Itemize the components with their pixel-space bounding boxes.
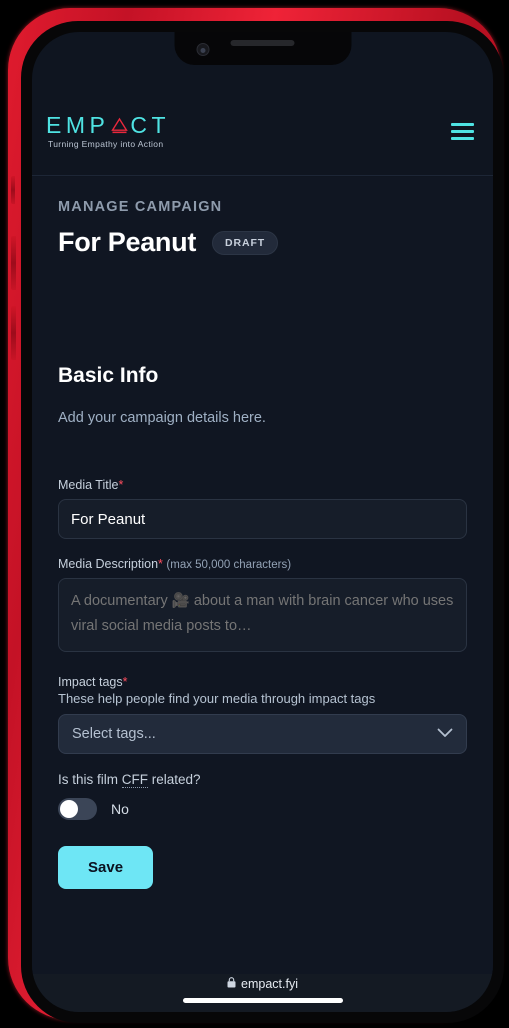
logo-text-left: EMP bbox=[46, 112, 110, 138]
chevron-down-icon bbox=[437, 725, 453, 743]
required-asterisk: * bbox=[122, 675, 128, 689]
logo-text-right: CT bbox=[130, 112, 171, 138]
app-header: EMP CT Turning Empathy into Action bbox=[32, 88, 493, 176]
field-media-title: Media Title* bbox=[58, 478, 467, 539]
required-asterisk: * bbox=[118, 478, 124, 492]
earpiece-speaker-icon bbox=[230, 40, 295, 46]
status-badge: DRAFT bbox=[212, 230, 279, 255]
field-impact-tags: Impact tags* These help people find your… bbox=[58, 675, 467, 754]
url-hostname: empact.fyi bbox=[241, 977, 298, 991]
impact-tags-label: Impact tags* bbox=[58, 675, 467, 689]
browser-url-bar[interactable]: empact.fyi bbox=[32, 974, 493, 1012]
cff-abbreviation: CFF bbox=[121, 772, 149, 788]
media-title-label: Media Title* bbox=[58, 478, 467, 492]
section-subheading: Add your campaign details here. bbox=[58, 410, 266, 426]
media-title-label-text: Media Title bbox=[58, 478, 119, 492]
hamburger-bar bbox=[451, 137, 474, 140]
section-heading: Basic Info bbox=[58, 364, 159, 387]
cff-question-suffix: related? bbox=[148, 772, 201, 787]
home-indicator[interactable] bbox=[182, 998, 343, 1003]
impact-tags-label-text: Impact tags bbox=[58, 675, 123, 689]
hamburger-bar bbox=[451, 123, 474, 126]
breadcrumb-eyebrow: MANAGE CAMPAIGN bbox=[58, 199, 223, 215]
logo-wordmark: EMP CT bbox=[46, 114, 170, 137]
required-asterisk: * bbox=[158, 557, 163, 571]
field-cff-related: Is this film CFF related? No bbox=[58, 772, 467, 820]
cff-toggle-state-label: No bbox=[111, 801, 129, 817]
media-description-hint: (max 50,000 characters) bbox=[166, 559, 292, 571]
page-content: MANAGE CAMPAIGN For Peanut DRAFT Basic I… bbox=[32, 177, 493, 974]
hamburger-menu-icon[interactable] bbox=[451, 123, 474, 140]
front-camera-icon bbox=[196, 43, 209, 56]
url-text-group: empact.fyi bbox=[227, 977, 298, 991]
brand-logo[interactable]: EMP CT Turning Empathy into Action bbox=[46, 114, 170, 150]
toggle-knob bbox=[60, 800, 78, 818]
page-title: For Peanut bbox=[58, 227, 197, 257]
cff-toggle-switch[interactable] bbox=[58, 798, 97, 820]
hamburger-bar bbox=[451, 130, 474, 133]
impact-tags-helper: These help people find your media throug… bbox=[58, 691, 376, 706]
field-media-description: Media Description* (max 50,000 character… bbox=[58, 557, 467, 657]
cff-question-label: Is this film CFF related? bbox=[58, 772, 467, 788]
cff-toggle-row: No bbox=[58, 798, 467, 820]
media-description-label-text: Media Description bbox=[58, 557, 159, 571]
cff-question-prefix: Is this film bbox=[58, 772, 122, 787]
volume-down-button[interactable] bbox=[11, 306, 16, 360]
impact-tags-select[interactable]: Select tags... bbox=[58, 714, 467, 754]
volume-up-button[interactable] bbox=[11, 236, 16, 290]
red-triangle-icon bbox=[110, 116, 129, 135]
media-title-input[interactable] bbox=[58, 499, 467, 539]
save-button[interactable]: Save bbox=[58, 846, 154, 889]
silent-switch[interactable] bbox=[11, 176, 15, 204]
brand-tagline: Turning Empathy into Action bbox=[48, 139, 164, 149]
lock-icon bbox=[227, 977, 236, 991]
media-description-label: Media Description* (max 50,000 character… bbox=[58, 557, 467, 571]
phone-mockup-frame: EMP CT Turning Empathy into Action MANAG… bbox=[8, 8, 504, 1023]
page-title-row: For Peanut DRAFT bbox=[58, 227, 467, 258]
phone-screen: EMP CT Turning Empathy into Action MANAG… bbox=[32, 32, 493, 1012]
media-description-textarea[interactable] bbox=[58, 578, 467, 652]
impact-tags-selected-value: Select tags... bbox=[72, 726, 156, 742]
phone-notch bbox=[174, 32, 351, 65]
